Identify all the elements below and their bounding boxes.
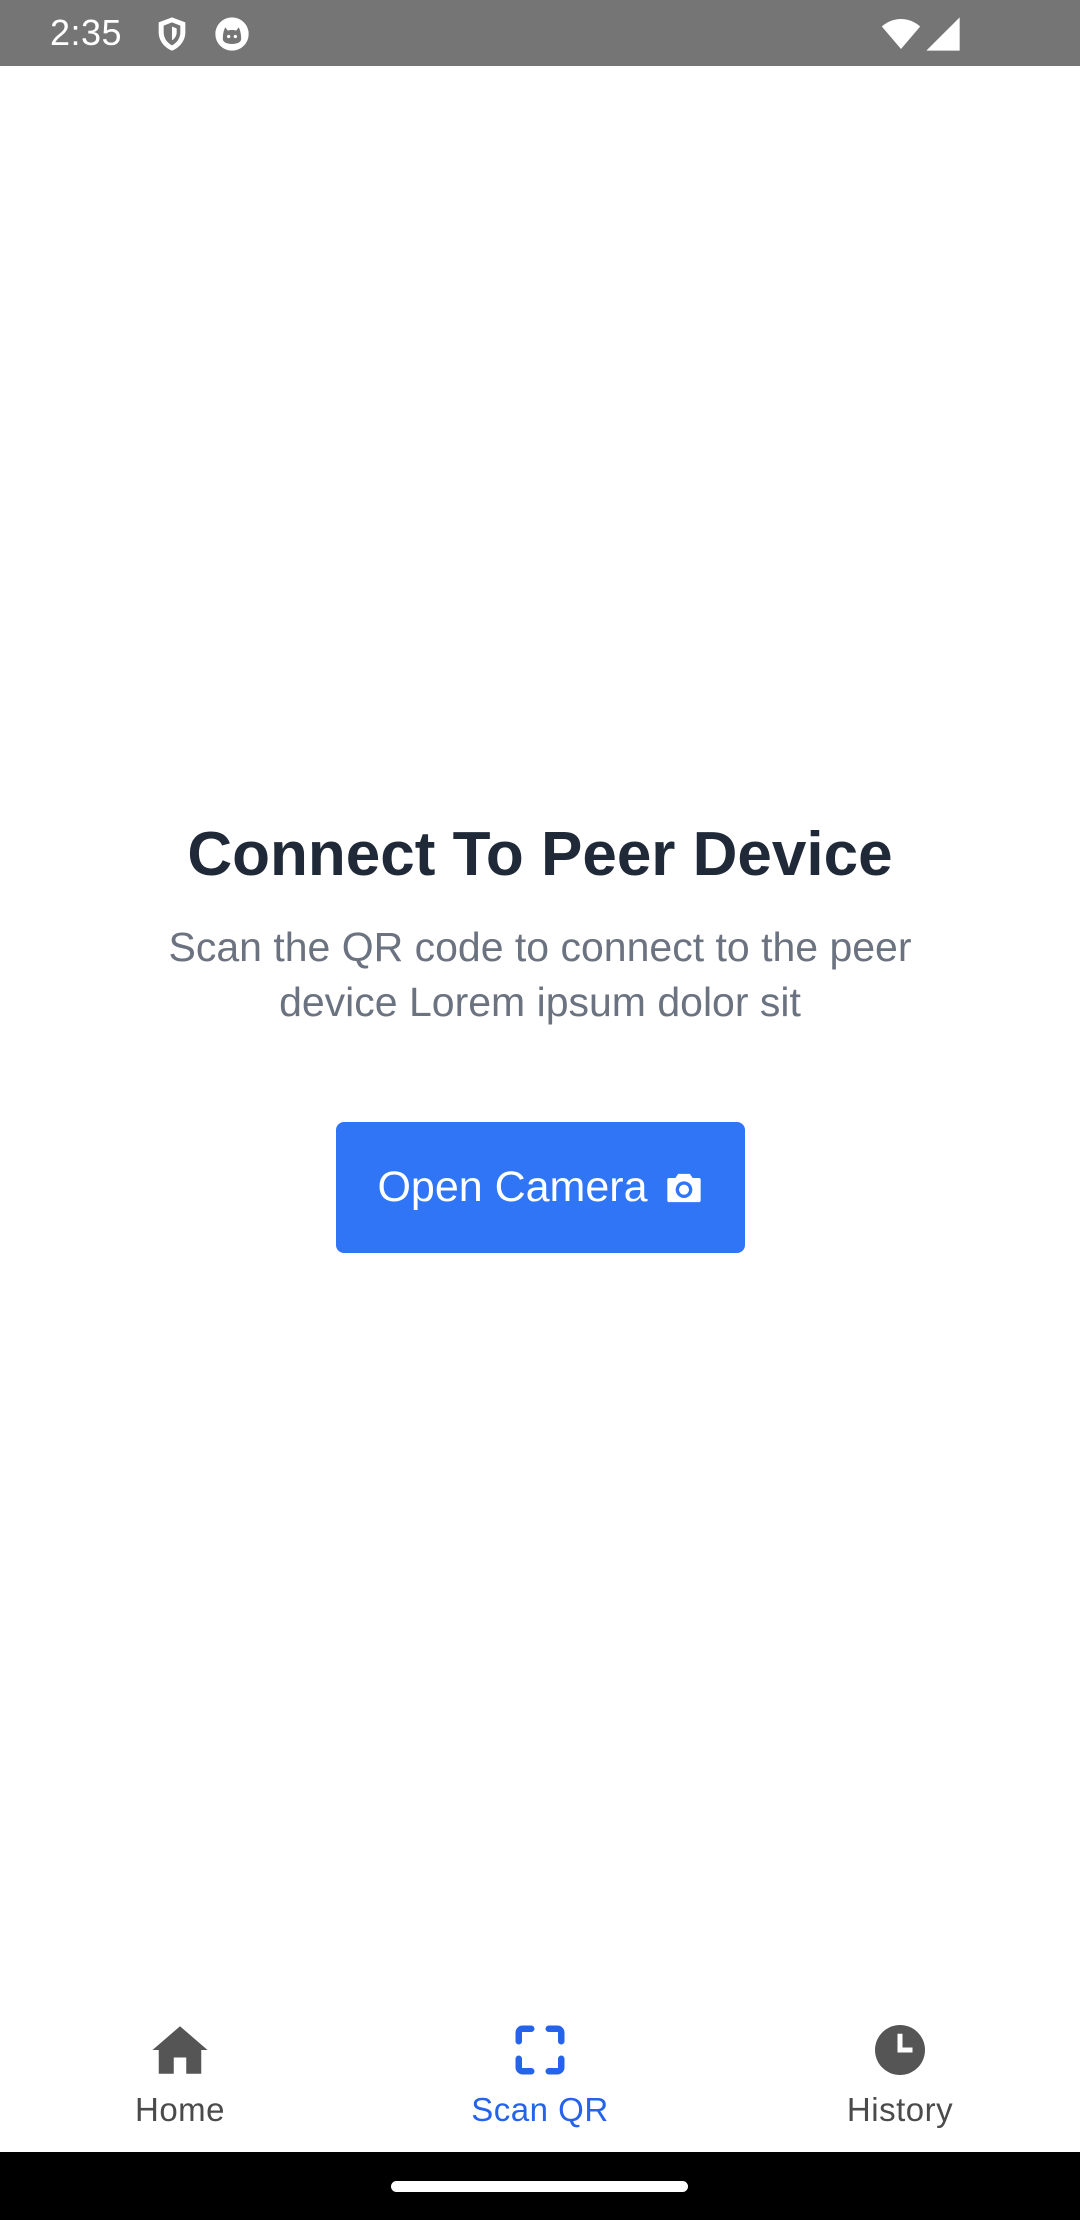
nav-item-history[interactable]: History <box>720 1990 1080 2152</box>
gesture-bar <box>0 2152 1080 2220</box>
home-icon <box>150 2020 210 2080</box>
open-camera-label: Open Camera <box>377 1163 648 1211</box>
home-gesture-handle[interactable] <box>391 2181 688 2192</box>
cat-icon <box>212 14 252 54</box>
page-subtitle: Scan the QR code to connect to the peer … <box>168 924 912 1025</box>
scan-qr-icon <box>510 2020 570 2080</box>
wifi-icon <box>880 14 922 54</box>
status-bar: 2:35 <box>0 0 1080 66</box>
signal-icon <box>922 14 964 54</box>
screen: 2:35 Connect To Peer Device Scan the QR … <box>0 0 1080 2220</box>
nav-label-home: Home <box>134 2091 226 2128</box>
clock-icon <box>870 2020 930 2080</box>
nav-item-scan-qr[interactable]: Scan QR <box>360 1990 720 2152</box>
nav-label-history: History <box>846 2091 954 2128</box>
open-camera-button[interactable]: Open Camera <box>336 1122 745 1253</box>
nav-item-home[interactable]: Home <box>0 1990 360 2152</box>
nav-label-scan-qr: Scan QR <box>471 2091 609 2128</box>
shield-icon <box>152 14 192 54</box>
bottom-nav: Home Scan QR History <box>0 1990 1080 2152</box>
camera-icon <box>664 1168 704 1208</box>
page-title: Connect To Peer Device <box>187 820 893 889</box>
status-time: 2:35 <box>50 12 123 53</box>
